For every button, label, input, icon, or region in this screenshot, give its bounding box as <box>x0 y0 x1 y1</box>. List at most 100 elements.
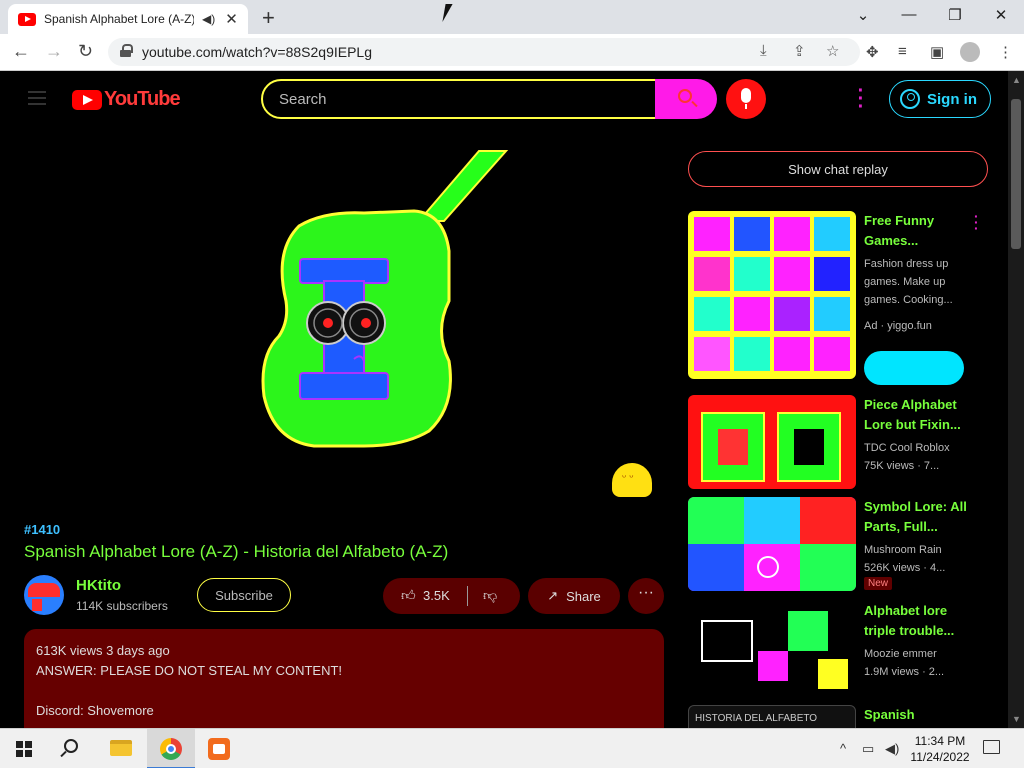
video-frame-character <box>261 150 509 448</box>
thumbnail-art <box>688 497 856 591</box>
like-dislike-group: 👍︎ 3.5K 👎︎ <box>383 578 520 614</box>
account-icon <box>900 89 920 109</box>
video-title: Spanish Alphabet Lore (A-Z) - Historia d… <box>24 542 449 561</box>
channel-name[interactable]: HKtito <box>76 577 121 594</box>
thumbnail-art <box>701 412 841 482</box>
folder-icon <box>110 740 132 756</box>
youtube-logo-text[interactable]: YouTube <box>104 88 181 111</box>
scroll-down-icon[interactable]: ▼ <box>1012 714 1021 724</box>
taskbar-search-icon[interactable] <box>64 739 78 753</box>
install-app-icon[interactable]: ⤓ <box>760 42 767 59</box>
video-player[interactable] <box>24 141 664 511</box>
reload-icon[interactable]: ↻ <box>78 41 93 62</box>
video-thumbnail[interactable]: HISTORIA DEL ALFABETO <box>688 705 856 728</box>
ad-cta-button[interactable] <box>864 351 964 385</box>
clock-date: 11/24/2022 <box>910 750 970 764</box>
bookmark-star-icon[interactable]: ☆ <box>826 42 839 60</box>
taskbar-clock[interactable]: 11:34 PM 11/24/2022 <box>906 733 974 765</box>
media-control-icon[interactable]: ≡ <box>898 43 907 60</box>
recommendation-item[interactable]: Symbol Lore: All Parts, Full... Mushroom… <box>688 497 988 597</box>
voice-search-button[interactable] <box>726 79 766 119</box>
share-label: Share <box>566 588 601 604</box>
browser-tabbar: Spanish Alphabet Lore (A-Z) - Historia d… <box>0 0 1024 34</box>
minimize-icon[interactable]: — <box>899 6 919 23</box>
back-icon[interactable]: ← <box>12 41 30 62</box>
tab-audio-icon[interactable]: ◀) <box>202 12 215 26</box>
chrome-icon <box>160 738 182 760</box>
browser-toolbar: ← → ↻ youtube.com/watch?v=88S2q9IEPLg ⤓ … <box>0 34 1024 71</box>
view-stats: 613K views 3 days ago <box>36 643 170 658</box>
taskbar-chrome[interactable] <box>147 729 195 768</box>
recommendation-meta: 75K views · 7... <box>864 460 940 472</box>
show-chat-replay-button[interactable]: Show chat replay <box>688 151 988 187</box>
video-overlay-sticker-icon <box>612 463 652 497</box>
notification-center-icon[interactable] <box>983 740 1000 754</box>
like-divider <box>467 586 468 606</box>
lock-icon[interactable] <box>120 44 133 57</box>
recommendation-title[interactable]: Free Funny Games... <box>864 211 968 251</box>
channel-avatar[interactable] <box>24 575 64 615</box>
youtube-logo-icon[interactable] <box>72 90 102 110</box>
scroll-up-icon[interactable]: ▲ <box>1012 75 1021 85</box>
share-icon: ↗ <box>547 588 559 603</box>
scrollbar-thumb[interactable] <box>1011 99 1021 249</box>
browser-tab-active[interactable]: Spanish Alphabet Lore (A-Z) - Historia d… <box>8 4 248 34</box>
microphone-icon <box>741 88 751 109</box>
page-scrollbar[interactable]: ▲ ▼ <box>1008 71 1024 728</box>
video-hashtag[interactable]: #1410 <box>24 522 60 537</box>
thumbnail-caption: HISTORIA DEL ALFABETO <box>695 713 818 724</box>
app-icon <box>208 738 230 760</box>
like-count[interactable]: 3.5K <box>423 588 450 603</box>
windows-start-icon[interactable] <box>16 741 32 757</box>
search-icon <box>678 89 692 103</box>
share-button[interactable]: ↗ Share <box>528 578 620 614</box>
subscribe-button[interactable]: Subscribe <box>197 578 291 612</box>
url-text[interactable]: youtube.com/watch?v=88S2q9IEPLg <box>142 44 372 60</box>
taskbar-app[interactable] <box>196 729 244 768</box>
search-button[interactable] <box>655 79 717 119</box>
description-box[interactable]: 613K views 3 days ago ANSWER: PLEASE DO … <box>24 629 664 728</box>
recommendation-item[interactable]: Alphabet lore triple trouble... Moozie e… <box>688 601 988 701</box>
like-button-icon[interactable]: 👍︎ <box>401 587 416 604</box>
settings-kebab-icon[interactable]: · · · <box>855 81 867 117</box>
video-thumbnail[interactable] <box>688 601 856 695</box>
tab-close-icon[interactable]: ✕ <box>225 10 238 28</box>
chrome-menu-icon[interactable]: ⋮ <box>998 43 1013 61</box>
dislike-button-icon[interactable]: 👎︎ <box>483 587 497 604</box>
new-tab-icon[interactable]: + <box>262 5 275 31</box>
recommendation-menu-icon[interactable]: · · · <box>974 209 979 235</box>
clock-time: 11:34 PM <box>914 734 966 748</box>
taskbar-file-explorer[interactable] <box>98 729 146 768</box>
recommendation-item[interactable]: HISTORIA DEL ALFABETO Spanish <box>688 705 988 728</box>
forward-icon[interactable]: → <box>45 41 63 62</box>
menu-icon[interactable] <box>28 91 46 105</box>
recommendation-title[interactable]: Symbol Lore: All Parts, Full... <box>864 497 968 537</box>
sign-in-button[interactable]: Sign in <box>889 80 991 118</box>
recommendation-meta: 526K views · 4... <box>864 562 946 574</box>
youtube-favicon-icon <box>18 12 36 26</box>
tab-title: Spanish Alphabet Lore (A-Z) - Historia d… <box>44 12 194 26</box>
tray-overflow-icon[interactable]: ^ <box>840 741 846 756</box>
video-thumbnail[interactable] <box>688 497 856 591</box>
subscriber-count: 114K subscribers <box>76 599 168 613</box>
extensions-icon[interactable]: ✥ <box>866 43 879 61</box>
search-input[interactable]: Search <box>261 79 657 119</box>
recommendation-item[interactable]: Piece Alphabet Lore but Fixin... TDC Coo… <box>688 395 988 495</box>
share-page-icon[interactable]: ⇪ <box>793 42 806 60</box>
side-panel-icon[interactable]: ▣ <box>930 43 944 61</box>
network-icon[interactable]: ▭ <box>862 741 874 757</box>
recommendation-title[interactable]: Spanish <box>864 705 968 728</box>
description-line: Discord: Shovemore <box>36 703 154 718</box>
recommendation-title[interactable]: Piece Alphabet Lore but Fixin... <box>864 395 968 435</box>
recommendation-ad[interactable]: Free Funny Games... Fashion dress up gam… <box>688 209 988 391</box>
tab-search-icon[interactable]: ⌄ <box>853 6 873 24</box>
volume-icon[interactable]: ◀) <box>885 741 899 757</box>
video-thumbnail[interactable] <box>688 395 856 489</box>
ad-thumbnail[interactable] <box>688 211 856 379</box>
recommendation-title[interactable]: Alphabet lore triple trouble... <box>864 601 968 641</box>
restore-icon[interactable]: ❐ <box>945 6 965 24</box>
address-bar[interactable]: youtube.com/watch?v=88S2q9IEPLg ⤓ ⇪ ☆ <box>108 38 860 66</box>
close-window-icon[interactable]: ✕ <box>991 6 1011 24</box>
profile-avatar-icon[interactable] <box>960 42 980 62</box>
more-actions-button[interactable]: ··· <box>628 578 664 614</box>
